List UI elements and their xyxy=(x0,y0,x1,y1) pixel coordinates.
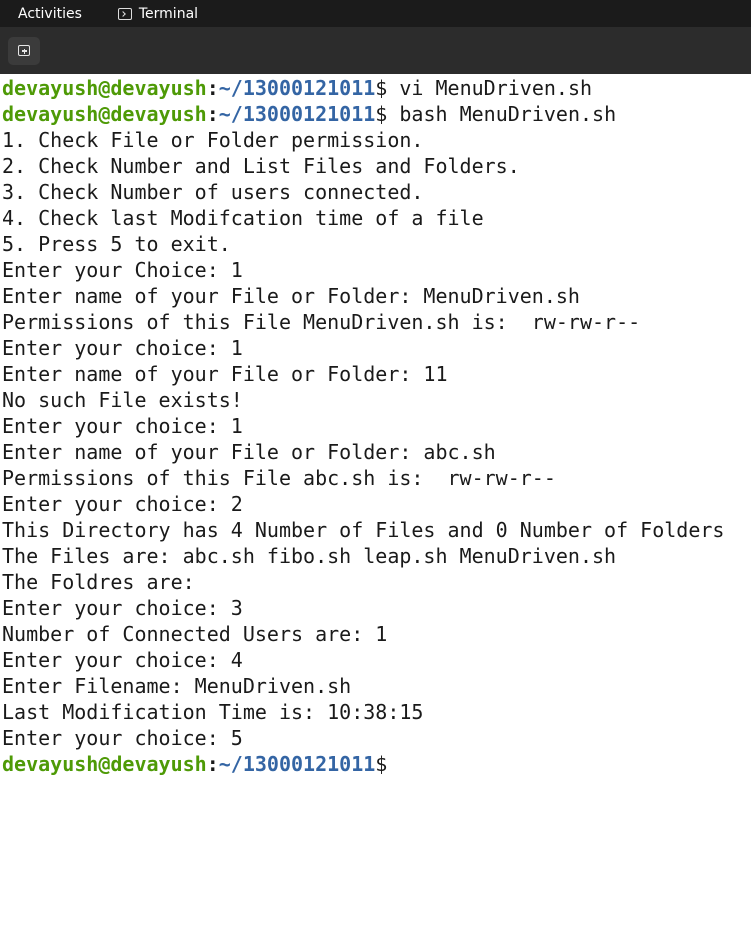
output-line: Enter Filename: MenuDriven.sh xyxy=(2,674,352,698)
prompt-symbol: $ xyxy=(375,752,388,776)
terminal-icon xyxy=(117,7,132,20)
output-line: Enter your choice: 5 xyxy=(2,726,243,750)
output-line: 2. Check Number and List Files and Folde… xyxy=(2,154,520,178)
output-line: This Directory has 4 Number of Files and… xyxy=(2,518,725,542)
output-line: No such File exists! xyxy=(2,388,243,412)
app-menu-label: Terminal xyxy=(138,5,199,22)
output-line: Enter your choice: 1 xyxy=(2,336,243,360)
output-line: Enter your choice: 4 xyxy=(2,648,243,672)
prompt-colon: : xyxy=(206,752,219,776)
command-text: vi MenuDriven.sh xyxy=(387,76,593,100)
output-line: 3. Check Number of users connected. xyxy=(2,180,424,204)
prompt-line: devayush@devayush:~/13000121011$ bash Me… xyxy=(2,101,751,127)
terminal-header-bar xyxy=(0,27,751,74)
output-line: Enter name of your File or Folder: MenuD… xyxy=(2,284,580,308)
prompt-user-host: devayush@devayush xyxy=(2,102,207,126)
output-line: 4. Check last Modifcation time of a file xyxy=(2,206,484,230)
prompt-user-host: devayush@devayush xyxy=(2,76,207,100)
output-line: Enter your choice: 2 xyxy=(2,492,243,516)
prompt-user-host: devayush@devayush xyxy=(2,752,207,776)
new-tab-icon xyxy=(18,45,30,56)
prompt-colon: : xyxy=(206,76,219,100)
output-line: 5. Press 5 to exit. xyxy=(2,232,231,256)
output-line: Enter your choice: 3 xyxy=(2,596,243,620)
output-line: Last Modification Time is: 10:38:15 xyxy=(2,700,424,724)
prompt-path: ~/13000121011 xyxy=(218,76,376,100)
output-line: Permissions of this File abc.sh is: rw-r… xyxy=(2,466,556,490)
output-line: 1. Check File or Folder permission. xyxy=(2,128,424,152)
output-line: Enter name of your File or Folder: abc.s… xyxy=(2,440,496,464)
prompt-symbol: $ xyxy=(375,102,388,126)
app-menu-terminal[interactable]: Terminal xyxy=(117,5,199,22)
output-line: Enter name of your File or Folder: 11 xyxy=(2,362,448,386)
output-line: The Foldres are: xyxy=(2,570,195,594)
output-line: Enter your Choice: 1 xyxy=(2,258,243,282)
command-text: bash MenuDriven.sh xyxy=(387,102,617,126)
prompt-path: ~/13000121011 xyxy=(218,102,376,126)
prompt-colon: : xyxy=(206,102,219,126)
prompt-line: devayush@devayush:~/13000121011$ xyxy=(2,751,751,777)
output-line: The Files are: abc.sh fibo.sh leap.sh Me… xyxy=(2,544,617,568)
output-line: Permissions of this File MenuDriven.sh i… xyxy=(2,310,641,334)
output-line: Number of Connected Users are: 1 xyxy=(2,622,388,646)
terminal-output[interactable]: devayush@devayush:~/13000121011$ vi Menu… xyxy=(2,75,751,777)
new-tab-button[interactable] xyxy=(8,37,40,65)
output-line: Enter your choice: 1 xyxy=(2,414,243,438)
prompt-path: ~/13000121011 xyxy=(218,752,376,776)
prompt-symbol: $ xyxy=(375,76,388,100)
prompt-line: devayush@devayush:~/13000121011$ vi Menu… xyxy=(2,75,751,101)
gnome-top-bar: Activities Terminal xyxy=(0,0,751,27)
activities-button[interactable]: Activities xyxy=(18,6,82,22)
